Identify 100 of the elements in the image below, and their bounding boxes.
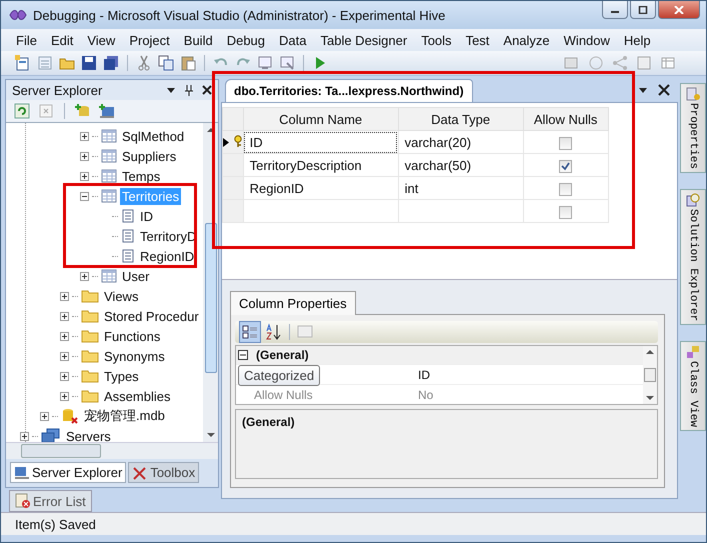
menu-item[interactable]: File	[9, 32, 44, 48]
close-icon[interactable]	[658, 84, 670, 96]
vertical-scrollbar[interactable]	[203, 123, 218, 442]
tree-item[interactable]: Assemblies	[102, 388, 172, 404]
menu-item[interactable]: Test	[458, 32, 496, 48]
close-icon[interactable]	[202, 85, 212, 95]
pin-icon[interactable]	[184, 84, 194, 96]
tree-item[interactable]: Views	[102, 288, 140, 304]
copy-icon[interactable]	[158, 55, 174, 71]
checkbox[interactable]	[559, 206, 572, 219]
property-value[interactable]: No	[414, 388, 434, 402]
menu-item[interactable]: Table Designer	[313, 32, 414, 48]
checkbox[interactable]	[559, 160, 572, 173]
table-cell[interactable]: varchar(20)	[398, 130, 524, 154]
vertical-scrollbar[interactable]	[643, 346, 657, 404]
expand-icon[interactable]	[60, 332, 69, 340]
tree-item[interactable]: Stored Procedur	[102, 308, 201, 324]
paste-icon[interactable]	[180, 55, 196, 71]
menu-item[interactable]: Data	[272, 32, 314, 48]
menu-item[interactable]: Edit	[44, 32, 80, 48]
expand-icon[interactable]	[80, 152, 89, 160]
menu-item[interactable]: Help	[616, 32, 658, 48]
monitor-icon[interactable]	[257, 55, 273, 71]
collapse-icon[interactable]	[80, 192, 89, 200]
tree-item[interactable]: Servers	[64, 428, 113, 442]
table-cell[interactable]: RegionID	[243, 176, 398, 200]
dropdown-icon[interactable]	[166, 85, 176, 95]
column-header[interactable]: Allow Nulls	[523, 108, 608, 130]
connect-server-icon[interactable]	[99, 103, 115, 119]
table-cell[interactable]: ID	[243, 130, 398, 154]
new-project-icon[interactable]	[15, 55, 31, 71]
expand-icon[interactable]	[60, 392, 69, 400]
side-tab[interactable]: Class View	[680, 341, 706, 432]
table-cell[interactable]	[398, 200, 524, 222]
tree-item[interactable]: ID	[138, 208, 155, 224]
tree-item[interactable]: SqlMethod	[120, 128, 186, 144]
table-icon	[101, 169, 117, 183]
close-button[interactable]	[658, 1, 700, 19]
expand-icon[interactable]	[20, 432, 29, 440]
refresh-icon[interactable]	[14, 103, 30, 119]
tree-item[interactable]: 宠物管理.mdb	[82, 406, 167, 426]
collapse-icon[interactable]	[238, 350, 248, 360]
menu-item[interactable]: Debug	[220, 32, 272, 48]
column-header[interactable]: Data Type	[398, 108, 524, 130]
side-tab[interactable]: Solution Explorer	[680, 189, 706, 326]
cut-icon[interactable]	[136, 55, 152, 71]
panel-tab[interactable]: Server Explorer	[10, 462, 126, 483]
scroll-up-icon[interactable]	[646, 349, 654, 355]
tree-item[interactable]: Functions	[102, 328, 162, 344]
save-icon[interactable]	[81, 55, 97, 71]
expand-icon[interactable]	[80, 132, 89, 140]
document-tab[interactable]: dbo.Territories: Ta...lexpress.Northwind)	[225, 79, 473, 102]
expand-icon[interactable]	[80, 272, 89, 280]
row-header[interactable]	[222, 130, 244, 154]
table-cell[interactable]: TerritoryDescription	[243, 154, 398, 176]
table-cell[interactable]: varchar(50)	[398, 154, 524, 176]
tree-item[interactable]: User	[120, 268, 152, 284]
panel-tab[interactable]: Toolbox	[128, 462, 200, 483]
scroll-down-icon[interactable]	[206, 432, 214, 438]
menu-item[interactable]: View	[80, 32, 122, 48]
expand-icon[interactable]	[60, 312, 69, 320]
tree-item[interactable]: RegionID	[138, 248, 196, 264]
tree-item[interactable]: Suppliers	[120, 148, 178, 164]
tree-item[interactable]: Synonyms	[102, 348, 167, 364]
categorized-icon[interactable]	[239, 321, 261, 343]
horizontal-scrollbar[interactable]	[6, 442, 218, 459]
menu-item[interactable]: Window	[556, 32, 617, 48]
minimize-button[interactable]	[602, 1, 628, 19]
column-header[interactable]: Column Name	[243, 108, 398, 130]
side-tab[interactable]: Properties	[680, 83, 706, 174]
scroll-up-icon[interactable]	[206, 127, 214, 133]
checkbox[interactable]	[559, 182, 572, 196]
connect-database-icon[interactable]	[75, 103, 91, 119]
tree-item[interactable]: Types	[102, 368, 141, 384]
properties-tab[interactable]: Column Properties	[230, 291, 356, 315]
table-cell[interactable]: int	[398, 176, 524, 200]
error-list-tab[interactable]: Error List	[9, 490, 92, 512]
save-all-icon[interactable]	[103, 55, 119, 71]
scroll-down-icon[interactable]	[646, 395, 654, 401]
expand-icon[interactable]	[80, 172, 89, 180]
expand-icon[interactable]	[40, 412, 49, 420]
tree-item[interactable]: TerritoryD	[138, 228, 198, 244]
menu-item[interactable]: Build	[176, 32, 220, 48]
tooltip: Categorized	[238, 365, 320, 386]
dropdown-icon[interactable]	[638, 85, 648, 95]
key-icon	[232, 134, 243, 146]
checkbox[interactable]	[559, 136, 572, 150]
menu-item[interactable]: Analyze	[496, 32, 557, 48]
menu-item[interactable]: Tools	[414, 32, 459, 48]
expand-icon[interactable]	[60, 292, 69, 300]
tree-item[interactable]: Temps	[120, 168, 162, 184]
maximize-button[interactable]	[630, 1, 656, 19]
menu-item[interactable]: Project	[122, 32, 177, 48]
table-cell[interactable]	[243, 200, 398, 222]
expand-icon[interactable]	[60, 352, 69, 360]
monitor-icon[interactable]	[279, 55, 295, 71]
property-value[interactable]: ID	[414, 368, 430, 382]
sort-alphabetical-icon[interactable]	[265, 322, 283, 342]
expand-icon[interactable]	[60, 372, 69, 380]
column-icon	[121, 249, 135, 263]
